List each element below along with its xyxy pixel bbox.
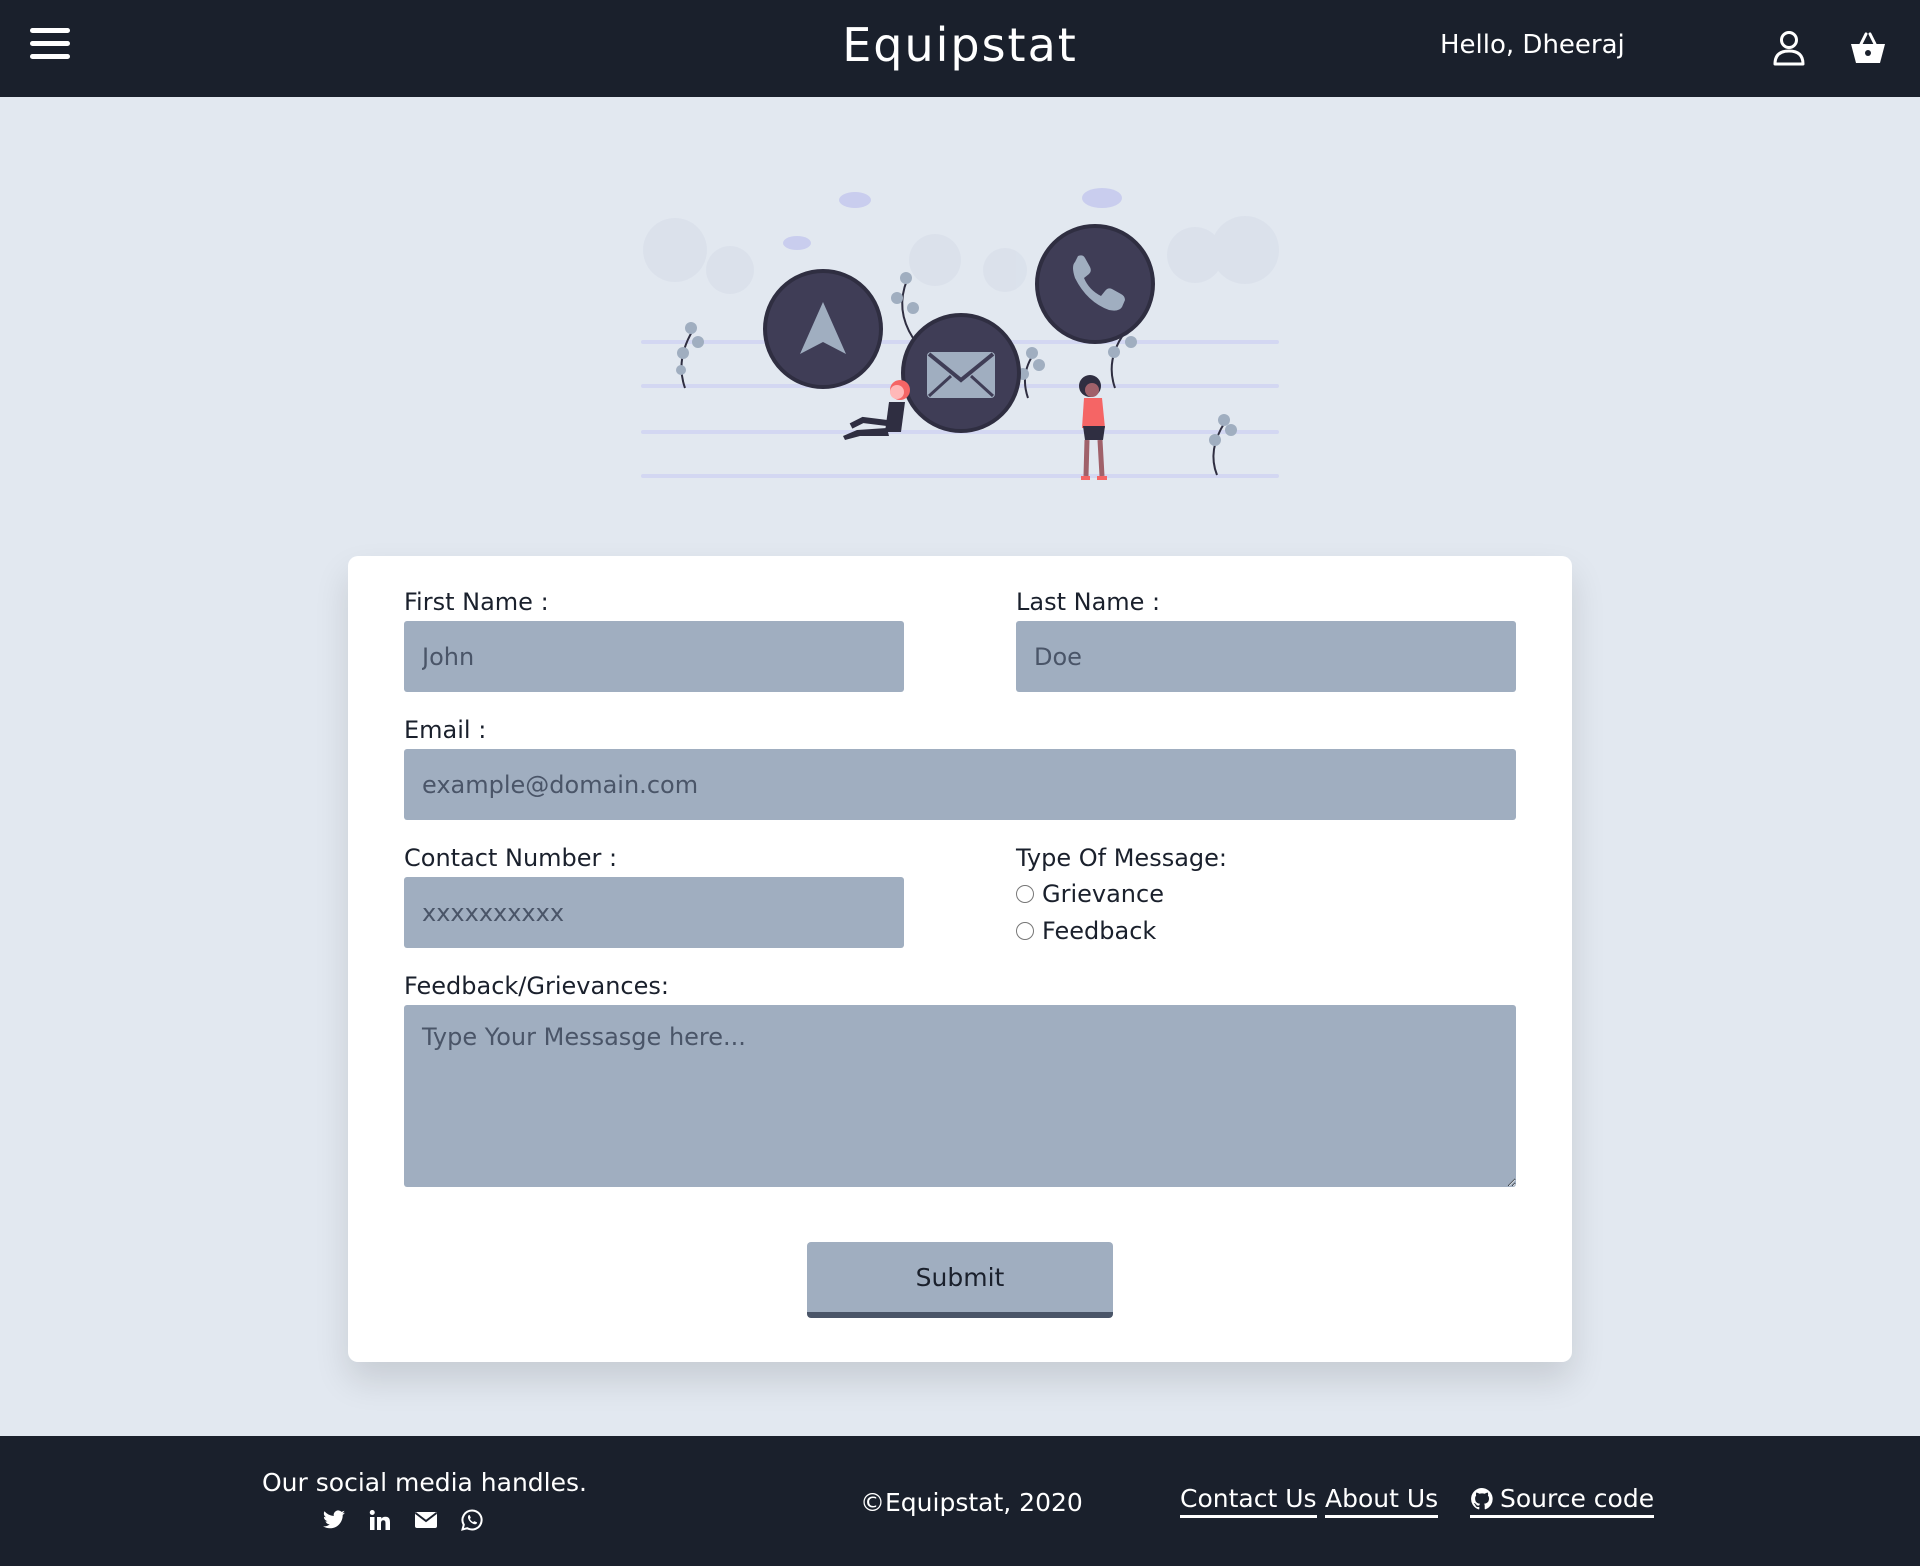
- footer-link-contact-us[interactable]: Contact Us: [1180, 1484, 1317, 1518]
- user-greeting: Hello, Dheeraj: [1440, 30, 1625, 60]
- email-label: Email :: [404, 716, 487, 744]
- top-navbar: Equipstat Hello, Dheeraj: [0, 0, 1920, 97]
- social-icons: [322, 1508, 484, 1532]
- contact-illustration: [641, 188, 1279, 480]
- copyright-text: ©Equipstat, 2020: [860, 1488, 1083, 1517]
- message-textarea[interactable]: [404, 1005, 1516, 1187]
- contact-number-label: Contact Number :: [404, 844, 618, 872]
- message-type-label: Type Of Message:: [1016, 844, 1227, 872]
- first-name-label: First Name :: [404, 588, 549, 616]
- radio-feedback-input[interactable]: [1016, 922, 1034, 940]
- footer-link-about-us[interactable]: About Us: [1325, 1484, 1439, 1518]
- email-icon[interactable]: [414, 1508, 438, 1532]
- message-label: Feedback/Grievances:: [404, 972, 669, 1000]
- brand-logo[interactable]: Equipstat: [0, 18, 1920, 72]
- radio-feedback-label: Feedback: [1042, 917, 1157, 945]
- phone-icon: [1035, 224, 1155, 344]
- first-name-input[interactable]: [404, 621, 904, 692]
- whatsapp-icon[interactable]: [460, 1508, 484, 1532]
- radio-grievance-label: Grievance: [1042, 880, 1164, 908]
- contact-form-card: First Name : Last Name : Email : Contact…: [348, 556, 1572, 1362]
- radio-feedback[interactable]: Feedback: [1016, 917, 1156, 945]
- basket-icon[interactable]: [1848, 28, 1888, 68]
- footer: Our social media handles. ©Equipstat, 20…: [0, 1436, 1920, 1566]
- user-icon[interactable]: [1772, 30, 1806, 66]
- mail-icon: [901, 313, 1021, 433]
- github-icon: [1471, 1487, 1493, 1509]
- submit-button[interactable]: Submit: [807, 1242, 1113, 1318]
- footer-link-about-us-label: About Us: [1325, 1484, 1439, 1513]
- twitter-icon[interactable]: [322, 1508, 346, 1532]
- footer-link-source-code[interactable]: Source code: [1470, 1484, 1655, 1518]
- last-name-input[interactable]: [1016, 621, 1516, 692]
- navigation-arrow-icon: [763, 269, 883, 389]
- radio-grievance-input[interactable]: [1016, 885, 1034, 903]
- person-standing: [1079, 375, 1107, 480]
- radio-grievance[interactable]: Grievance: [1016, 880, 1164, 908]
- footer-link-contact-us-label: Contact Us: [1180, 1484, 1317, 1513]
- email-input[interactable]: [404, 749, 1516, 820]
- linkedin-icon[interactable]: [368, 1508, 392, 1532]
- contact-number-input[interactable]: [404, 877, 904, 948]
- footer-link-source-code-label: Source code: [1500, 1484, 1655, 1513]
- last-name-label: Last Name :: [1016, 588, 1161, 616]
- social-title: Our social media handles.: [262, 1468, 587, 1497]
